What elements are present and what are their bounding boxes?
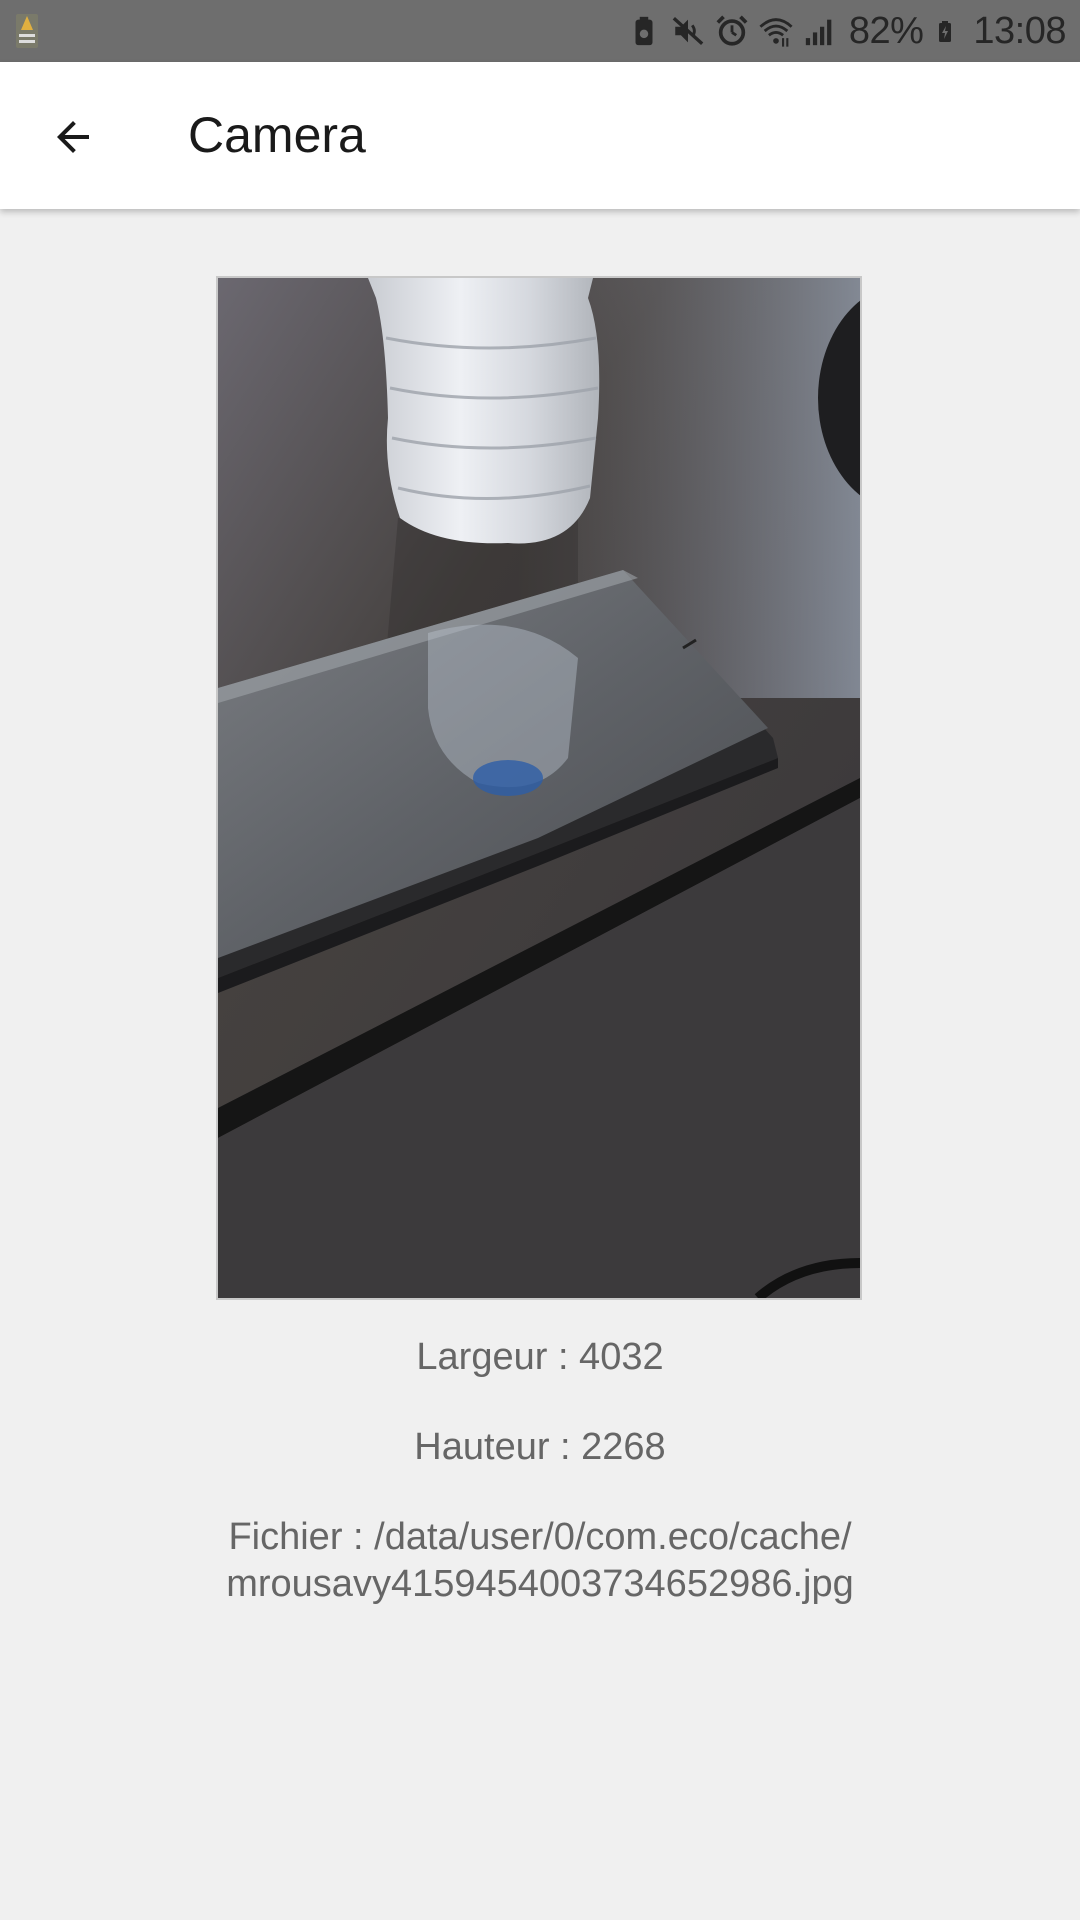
battery-charging-icon — [939, 21, 952, 42]
mute-icon — [672, 16, 704, 46]
app-notification-icon — [16, 14, 38, 48]
width-label: Largeur : 4032 — [416, 1336, 664, 1378]
status-bar: 82% 13:08 — [0, 0, 1080, 62]
status-icons: 82% 13:08 — [627, 0, 1066, 62]
battery-percent: 82% — [848, 9, 924, 52]
clock: 13:08 — [973, 9, 1066, 52]
file-path-line-1: Fichier : /data/user/0/com.eco/cache/ — [228, 1516, 852, 1558]
alarm-icon — [716, 15, 748, 46]
signal-icon — [805, 19, 832, 46]
photo-illustration — [218, 278, 860, 1298]
back-button[interactable] — [38, 102, 108, 172]
file-path-line-2: mrousavy4159454003734652986.jpg — [226, 1563, 854, 1605]
arrow-back-icon — [57, 121, 89, 153]
wifi-icon — [759, 18, 793, 47]
recycle-icon — [635, 16, 653, 46]
height-label: Hauteur : 2268 — [414, 1426, 666, 1468]
captured-photo — [216, 276, 862, 1300]
file-path-label: Fichier : /data/user/0/com.eco/cache/ mr… — [0, 1514, 1080, 1608]
app-bar: Camera — [0, 62, 1080, 209]
page-title: Camera — [188, 107, 366, 163]
